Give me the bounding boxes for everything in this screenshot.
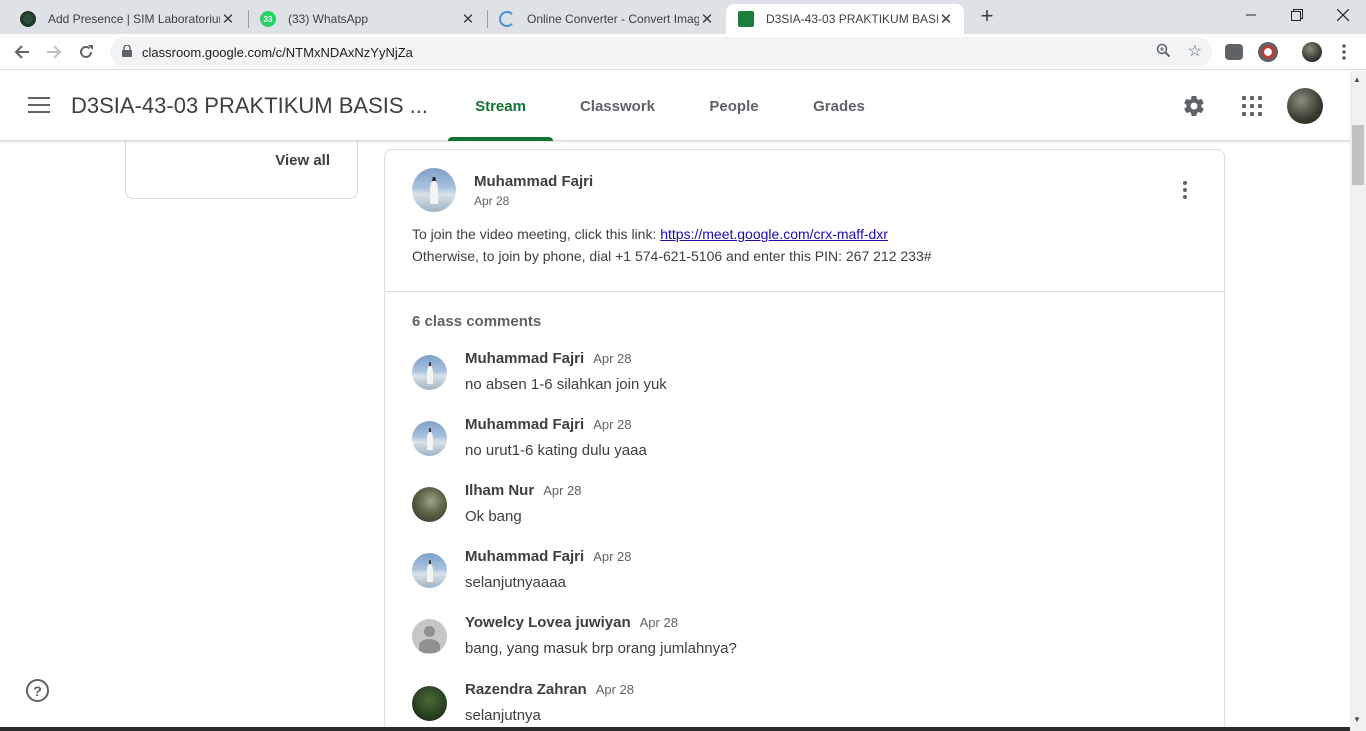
- class-title[interactable]: D3SIA-43-03 PRAKTIKUM BASIS ...: [71, 93, 443, 119]
- classroom-header: D3SIA-43-03 PRAKTIKUM BASIS ... Stream C…: [0, 71, 1350, 141]
- post-author-name: Muhammad Fajri: [474, 173, 594, 190]
- bookmark-star-icon[interactable]: ☆: [1188, 41, 1202, 61]
- commenter-avatar: [412, 421, 447, 456]
- comment-item: Yowelcy Lovea juwiyan Apr 28 bang, yang m…: [412, 614, 1192, 670]
- tab-title: Online Converter - Convert Image: [527, 12, 699, 26]
- minimize-icon[interactable]: [1228, 0, 1274, 30]
- close-tab-icon[interactable]: ✕: [938, 10, 954, 28]
- forward-arrow-icon[interactable]: [42, 40, 66, 64]
- restore-icon[interactable]: [1274, 0, 1320, 30]
- settings-gear-icon[interactable]: [1182, 94, 1206, 118]
- browser-menu-icon[interactable]: [1332, 40, 1356, 64]
- post-options-icon[interactable]: [1173, 178, 1197, 202]
- commenter-avatar: [412, 553, 447, 588]
- comment-date: Apr 28: [639, 615, 678, 630]
- post-author-avatar: [412, 168, 456, 212]
- commenter-avatar: [412, 487, 447, 522]
- browser-toolbar: classroom.google.com/c/NTMxNDAxNzYyNjZa …: [0, 34, 1366, 70]
- browser-tab-online-converter[interactable]: Online Converter - Convert Image ✕: [487, 4, 725, 34]
- divider: [385, 291, 1224, 292]
- comment-text: bang, yang masuk brp orang jumlahnya?: [465, 640, 737, 657]
- commenter-name: Muhammad Fajri: [465, 350, 585, 367]
- account-avatar[interactable]: [1287, 88, 1323, 124]
- lock-icon: [122, 45, 132, 57]
- close-tab-icon[interactable]: ✕: [220, 10, 236, 28]
- commenter-name: Muhammad Fajri: [465, 548, 585, 565]
- comment-text: selanjutnyaaaa: [465, 574, 566, 591]
- commenter-name: Yowelcy Lovea juwiyan: [465, 614, 631, 631]
- comment-text: Ok bang: [465, 508, 522, 525]
- post-date: Apr 28: [474, 194, 510, 208]
- help-icon[interactable]: ?: [26, 679, 49, 702]
- commenter-avatar: [412, 355, 447, 390]
- comment-date: Apr 28: [593, 417, 632, 432]
- tab-people[interactable]: People: [694, 71, 774, 141]
- extension-record-icon[interactable]: [1258, 42, 1278, 62]
- profile-avatar[interactable]: [1302, 42, 1322, 62]
- comment-item: Muhammad Fajri Apr 28 no absen 1-6 silahk…: [412, 350, 1192, 406]
- url-text: classroom.google.com/c/NTMxNDAxNzYyNjZa: [142, 45, 413, 60]
- scroll-up-icon[interactable]: ▲: [1353, 75, 1361, 84]
- meet-link[interactable]: https://meet.google.com/crx-maff-dxr: [660, 226, 888, 242]
- commenter-name: Ilham Nur: [465, 482, 535, 499]
- comment-item: Ilham Nur Apr 28 Ok bang: [412, 482, 1192, 538]
- comment-item: Muhammad Fajri Apr 28 no urut1-6 kating d…: [412, 416, 1192, 472]
- classroom-favicon-icon: [738, 11, 754, 27]
- commenter-name: Muhammad Fajri: [465, 416, 585, 433]
- address-bar[interactable]: classroom.google.com/c/NTMxNDAxNzYyNjZa …: [110, 37, 1212, 67]
- tab-title: D3SIA-43-03 PRAKTIKUM BASIS: [766, 12, 938, 26]
- google-apps-icon[interactable]: [1240, 94, 1264, 118]
- comment-date: Apr 28: [593, 549, 632, 564]
- post-text-line: Otherwise, to join by phone, dial +1 574…: [412, 248, 932, 264]
- tab-title: (33) WhatsApp: [288, 12, 369, 26]
- whatsapp-favicon-icon: 33: [260, 11, 276, 27]
- tab-title: Add Presence | SIM Laboratorium: [48, 12, 220, 26]
- page-scrollbar[interactable]: ▲ ▼: [1350, 71, 1366, 731]
- browser-tab-whatsapp[interactable]: 33 (33) WhatsApp ✕: [248, 4, 486, 34]
- browser-tab-classroom[interactable]: D3SIA-43-03 PRAKTIKUM BASIS ✕: [726, 4, 964, 34]
- tab-stream[interactable]: Stream: [448, 71, 553, 141]
- tab-grades[interactable]: Grades: [800, 71, 878, 141]
- comment-date: Apr 28: [593, 351, 632, 366]
- post-text-line: To join the video meeting, click this li…: [412, 226, 661, 242]
- close-tab-icon[interactable]: ✕: [699, 10, 715, 28]
- comment-item: Razendra Zahran Apr 28 selanjutnya: [412, 681, 1192, 731]
- close-window-icon[interactable]: [1320, 0, 1366, 30]
- reload-icon[interactable]: [74, 40, 98, 64]
- extension-robot-icon[interactable]: [1225, 44, 1243, 60]
- comment-text: selanjutnya: [465, 707, 541, 724]
- stream-post: Muhammad Fajri Apr 28 To join the video …: [384, 149, 1225, 731]
- scrollbar-thumb[interactable]: [1352, 125, 1364, 185]
- sim-lab-favicon-icon: [20, 11, 36, 27]
- comment-item: Muhammad Fajri Apr 28 selanjutnyaaaa: [412, 548, 1192, 604]
- comment-date: Apr 28: [595, 682, 635, 697]
- commenter-avatar: [412, 619, 447, 654]
- converter-favicon-icon: [499, 11, 515, 27]
- scroll-down-icon[interactable]: ▼: [1353, 715, 1361, 724]
- comment-text: no absen 1-6 silahkan join yuk: [465, 376, 667, 393]
- back-arrow-icon[interactable]: [10, 40, 34, 64]
- zoom-icon[interactable]: [1156, 43, 1171, 60]
- commenter-name: Razendra Zahran: [465, 681, 587, 698]
- new-tab-button[interactable]: +: [976, 5, 998, 27]
- view-all-link[interactable]: View all: [275, 152, 330, 169]
- browser-tab-sim-laboratorium[interactable]: Add Presence | SIM Laboratorium ✕: [8, 4, 246, 34]
- comment-text: no urut1-6 kating dulu yaaa: [465, 442, 647, 459]
- browser-tab-strip: Add Presence | SIM Laboratorium ✕ 33 (33…: [0, 0, 1366, 34]
- comment-date: Apr 28: [543, 483, 582, 498]
- close-tab-icon[interactable]: ✕: [460, 10, 476, 28]
- main-menu-icon[interactable]: [28, 97, 50, 115]
- taskbar-edge: [0, 727, 1350, 731]
- commenter-avatar: [412, 686, 447, 721]
- class-comments-count[interactable]: 6 class comments: [412, 313, 541, 330]
- tab-classwork[interactable]: Classwork: [565, 71, 670, 141]
- post-body: To join the video meeting, click this li…: [412, 223, 932, 267]
